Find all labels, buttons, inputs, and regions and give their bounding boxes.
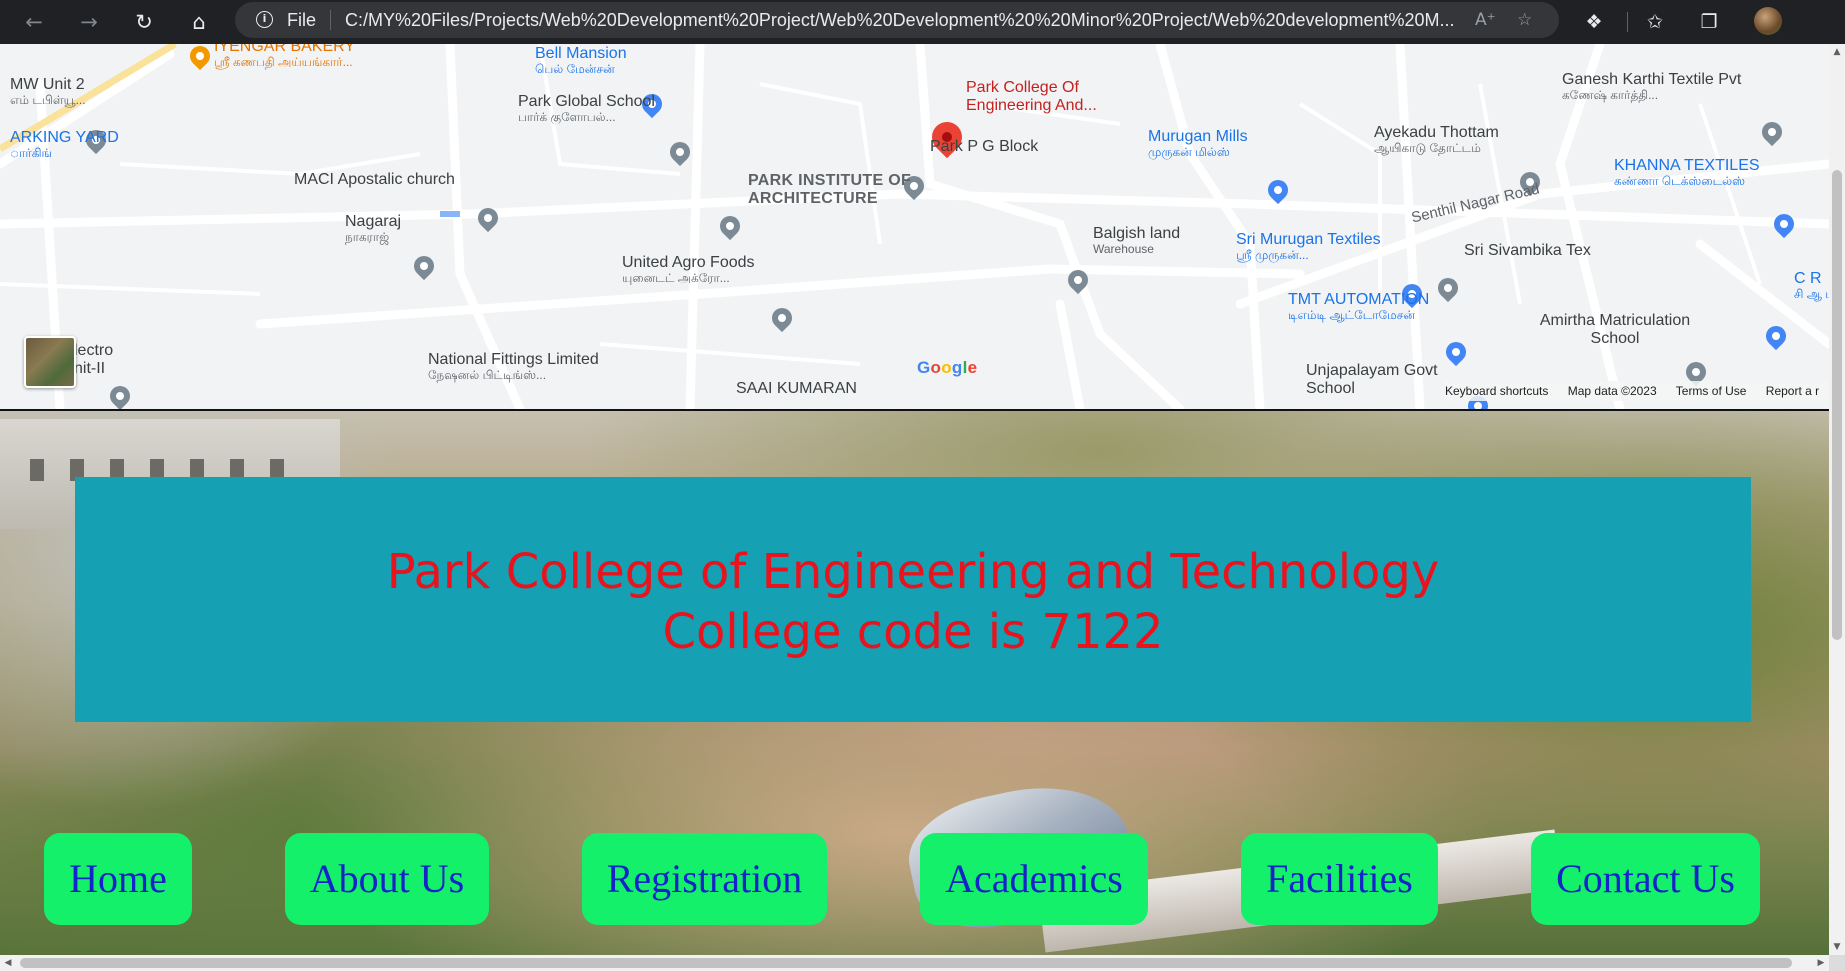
- map-label[interactable]: Park P G Block: [930, 138, 1038, 156]
- nav-facilities-button[interactable]: Facilities: [1241, 833, 1438, 925]
- map-label[interactable]: Balgish land Warehouse: [1093, 225, 1180, 256]
- address-divider: [330, 10, 331, 30]
- scroll-down-icon[interactable]: ▼: [1829, 939, 1845, 955]
- map-label[interactable]: Park College Of Engineering And...: [966, 79, 1146, 115]
- terms-of-use-link[interactable]: Terms of Use: [1676, 384, 1747, 398]
- map-label[interactable]: PARK INSTITUTE OF ARCHITECTURE: [748, 172, 918, 208]
- home-icon[interactable]: ⌂: [183, 6, 215, 38]
- favorites-icon[interactable]: ✩: [1639, 6, 1671, 38]
- map-label[interactable]: C Rசி ஆ மில்: [1794, 270, 1829, 301]
- college-title: Park College of Engineering and Technolo…: [75, 542, 1751, 662]
- map-label[interactable]: Murugan Mills முருகன் மில்ஸ்: [1148, 128, 1248, 159]
- map-data-text: Map data ©2023: [1567, 384, 1657, 398]
- page-viewport: IYENGAR BAKERY ஸ்ரீ கணபதி அய்யங்கார்... M…: [0, 44, 1829, 955]
- forward-icon[interactable]: →: [73, 6, 105, 38]
- read-aloud-icon[interactable]: A⁺: [1475, 8, 1496, 32]
- info-icon[interactable]: i: [256, 11, 273, 28]
- satellite-toggle[interactable]: [24, 336, 76, 388]
- hero-section: Park College of Engineering and Technolo…: [0, 411, 1829, 955]
- add-favorite-icon[interactable]: ☆: [1517, 8, 1532, 32]
- refresh-icon[interactable]: ↻: [128, 6, 160, 38]
- google-logo-letter: o: [941, 358, 952, 377]
- title-banner: Park College of Engineering and Technolo…: [75, 477, 1751, 722]
- map-label[interactable]: Amirtha Matriculation School: [1520, 312, 1710, 348]
- map-label[interactable]: TMT AUTOMATION டிஎம்டி ஆட்டோமேசன்: [1288, 291, 1429, 322]
- toolbar-divider: [1627, 12, 1628, 32]
- collections-icon[interactable]: ❐: [1693, 6, 1725, 38]
- map-label[interactable]: MW Unit 2 எம் டபிள்யூ...: [10, 76, 86, 107]
- map-label[interactable]: Ganesh Karthi Textile Pvt கணேஷ் கார்த்தி.…: [1562, 71, 1741, 102]
- horizontal-scrollbar[interactable]: ◀ ▶: [0, 955, 1829, 971]
- map-label[interactable]: lectro nit-II: [74, 342, 114, 378]
- embedded-map[interactable]: IYENGAR BAKERY ஸ்ரீ கணபதி அய்யங்கார்... M…: [0, 44, 1829, 411]
- map-label[interactable]: National Fittings Limited நேஷனல் பிட்டிங்…: [428, 351, 599, 382]
- map-label[interactable]: Sri Murugan Textiles ஸ்ரீ முருகன்...: [1236, 231, 1381, 262]
- map-label[interactable]: Unjapalayam Govt School: [1306, 362, 1456, 398]
- map-attribution: Keyboard shortcuts Map data ©2023 Terms …: [1445, 381, 1829, 401]
- report-error-link[interactable]: Report a r: [1766, 384, 1819, 398]
- nav-contact-us-button[interactable]: Contact Us: [1531, 833, 1760, 925]
- nav-academics-button[interactable]: Academics: [920, 833, 1148, 925]
- map-label[interactable]: Ayekadu Thottam ஆயிகாடு தோட்டம்: [1374, 124, 1499, 155]
- address-bar[interactable]: i File C:/MY%20Files/Projects/Web%20Deve…: [235, 2, 1559, 38]
- nav-home-button[interactable]: Home: [44, 833, 192, 925]
- google-logo-letter: e: [967, 358, 978, 377]
- keyboard-shortcuts-link[interactable]: Keyboard shortcuts: [1445, 384, 1548, 398]
- google-logo-letter: o: [930, 358, 942, 377]
- nav-about-us-button[interactable]: About Us: [285, 833, 489, 925]
- college-name: Park College of Engineering and Technolo…: [386, 544, 1440, 600]
- google-logo-letter: g: [951, 358, 963, 377]
- map-label[interactable]: United Agro Foods யுனைடட் அக்ரோ...: [622, 254, 755, 285]
- browser-toolbar: ← → ↻ ⌂ i File C:/MY%20Files/Projects/We…: [0, 0, 1845, 44]
- map-label[interactable]: KHANNA TEXTILES கண்ணா டெக்ஸ்டைல்ஸ்: [1614, 157, 1760, 188]
- scrollbar-corner: [1829, 955, 1845, 971]
- building-window: [30, 459, 44, 481]
- horizontal-scroll-thumb[interactable]: [20, 958, 1792, 968]
- map-label[interactable]: Bell Mansion பெல் மேன்சன்: [535, 45, 627, 76]
- map-label[interactable]: MACI Apostalic church: [294, 171, 455, 189]
- map-label[interactable]: ARKING YARDார்கிங்: [10, 129, 119, 160]
- scroll-right-icon[interactable]: ▶: [1813, 955, 1829, 971]
- extensions-icon[interactable]: ❖: [1578, 6, 1610, 38]
- map-label[interactable]: IYENGAR BAKERY ஸ்ரீ கணபதி அய்யங்கார்...: [214, 44, 355, 69]
- scroll-up-icon[interactable]: ▲: [1829, 44, 1845, 60]
- nav-registration-button[interactable]: Registration: [582, 833, 827, 925]
- map-label[interactable]: Nagaraj நாகராஜ்: [345, 213, 401, 244]
- map-label[interactable]: Sri Sivambika Tex: [1464, 242, 1591, 260]
- vertical-scroll-thumb[interactable]: [1832, 170, 1842, 640]
- vertical-scrollbar[interactable]: ▲ ▼: [1829, 44, 1845, 955]
- map-label[interactable]: SAAI KUMARAN: [736, 380, 857, 398]
- map-label[interactable]: Park Global School பார்க் குளோபல்...: [518, 93, 655, 124]
- back-icon[interactable]: ←: [18, 6, 50, 38]
- google-logo-letter: G: [917, 358, 931, 377]
- map-roads: [0, 44, 1829, 409]
- profile-avatar[interactable]: [1754, 7, 1782, 35]
- url-text[interactable]: C:/MY%20Files/Projects/Web%20Development…: [345, 10, 1465, 30]
- college-code: College code is 7122: [662, 604, 1164, 660]
- url-scheme: File: [287, 10, 317, 30]
- scroll-left-icon[interactable]: ◀: [0, 955, 16, 971]
- google-logo: Google: [917, 358, 977, 378]
